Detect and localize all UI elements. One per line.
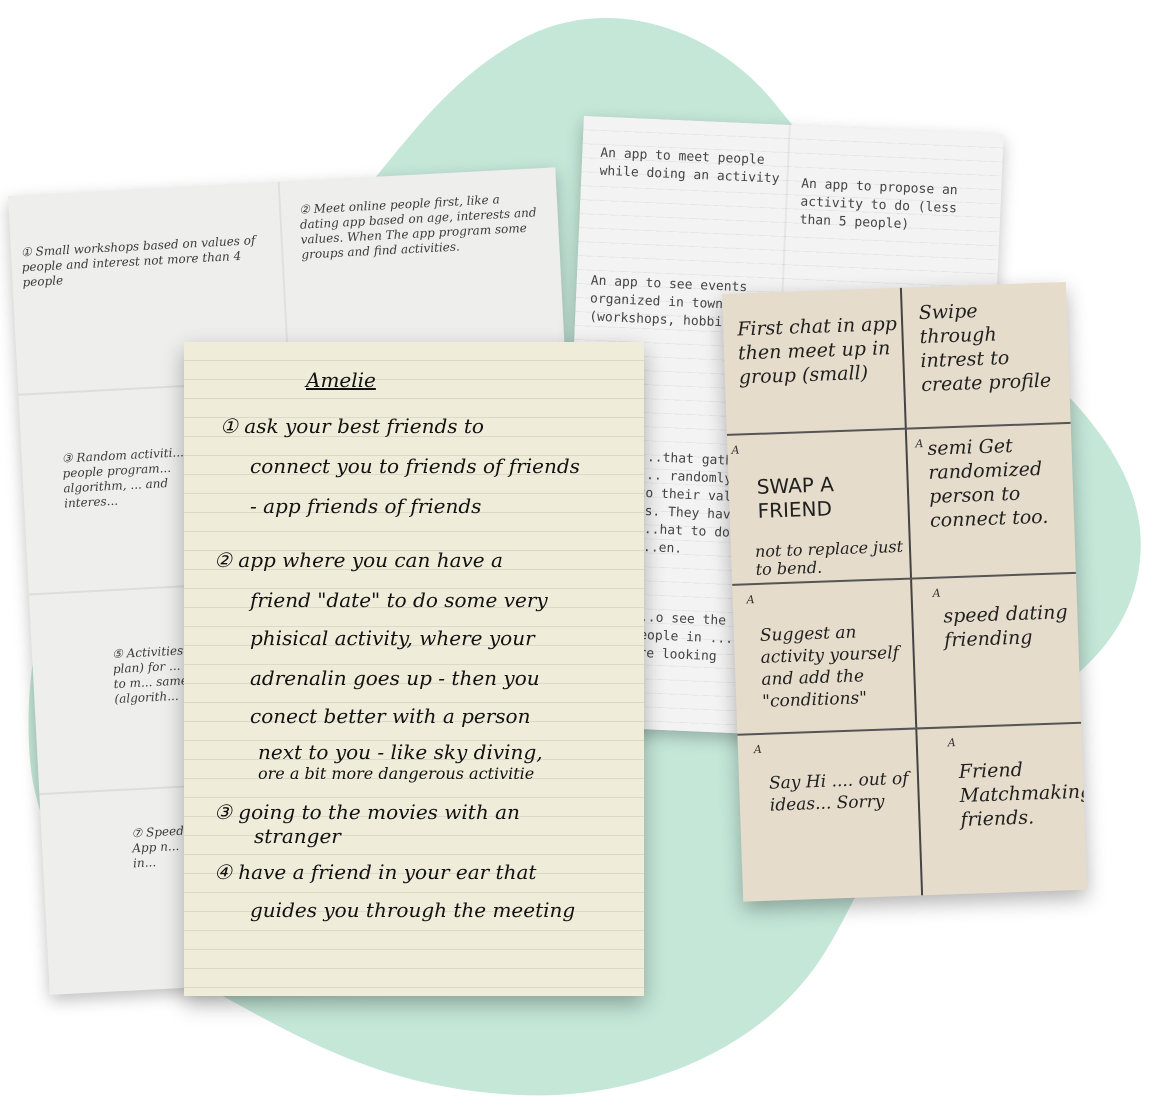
- idea-line: next to you - like sky diving,: [258, 740, 543, 764]
- idea-line: conect better with a person: [250, 704, 531, 728]
- amelie-notebook-page: Amelie ① ask your best friends to connec…: [184, 342, 644, 996]
- idea-line: phisical activity, where your: [250, 626, 535, 650]
- page-title: Amelie: [306, 368, 376, 392]
- idea-card: Suggest an activity yourself and add the…: [759, 622, 900, 712]
- idea-line: ③ going to the movies with an: [214, 800, 520, 824]
- idea-line: ② app where you can have a: [214, 548, 503, 572]
- corner-mark: A: [947, 736, 956, 750]
- idea-line: ore a bit more dangerous activitie: [258, 764, 535, 783]
- note-2: ② Meet online people first, like a datin…: [298, 192, 537, 262]
- idea-card: Swipe through intrest to create profile: [918, 300, 1052, 397]
- note-1: ① Small workshops based on values of peo…: [20, 233, 256, 290]
- idea-line: guides you through the meeting: [250, 898, 576, 922]
- idea-card: SWAP A FRIEND: [756, 472, 835, 523]
- idea-card: speed dating friending: [943, 601, 1068, 652]
- idea-card: First chat in app then meet up in group …: [736, 312, 898, 389]
- idea-card: Say Hi .... out of ideas... Sorry: [768, 768, 909, 816]
- corner-mark: A: [731, 443, 740, 457]
- idea-line: ④ have a friend in your ear that: [214, 860, 537, 884]
- idea-line: stranger: [254, 824, 341, 848]
- mid-note-1: An app to meet people while doing an act…: [599, 145, 780, 187]
- right-idea-card-grid: First chat in app then meet up in group …: [722, 281, 1088, 902]
- corner-mark: A: [753, 742, 763, 757]
- idea-line: ① ask your best friends to: [220, 414, 484, 438]
- idea-line: - app friends of friends: [250, 494, 482, 518]
- corner-mark: A: [746, 593, 755, 607]
- idea-card: Friend Matchmaking friends.: [958, 758, 1088, 831]
- mid-note-2: An app to propose an activity to do (les…: [799, 176, 958, 233]
- idea-line: friend "date" to do some very: [250, 588, 548, 612]
- grid-divider: [737, 721, 1082, 736]
- corner-mark: A: [932, 586, 941, 600]
- idea-line: adrenalin goes up - then you: [250, 666, 540, 690]
- idea-card: not to replace just to bend.: [754, 536, 904, 579]
- corner-mark: A: [915, 437, 924, 451]
- idea-line: connect you to friends of friends: [250, 454, 580, 478]
- idea-card: semi Get randomized person to connect to…: [927, 434, 1049, 532]
